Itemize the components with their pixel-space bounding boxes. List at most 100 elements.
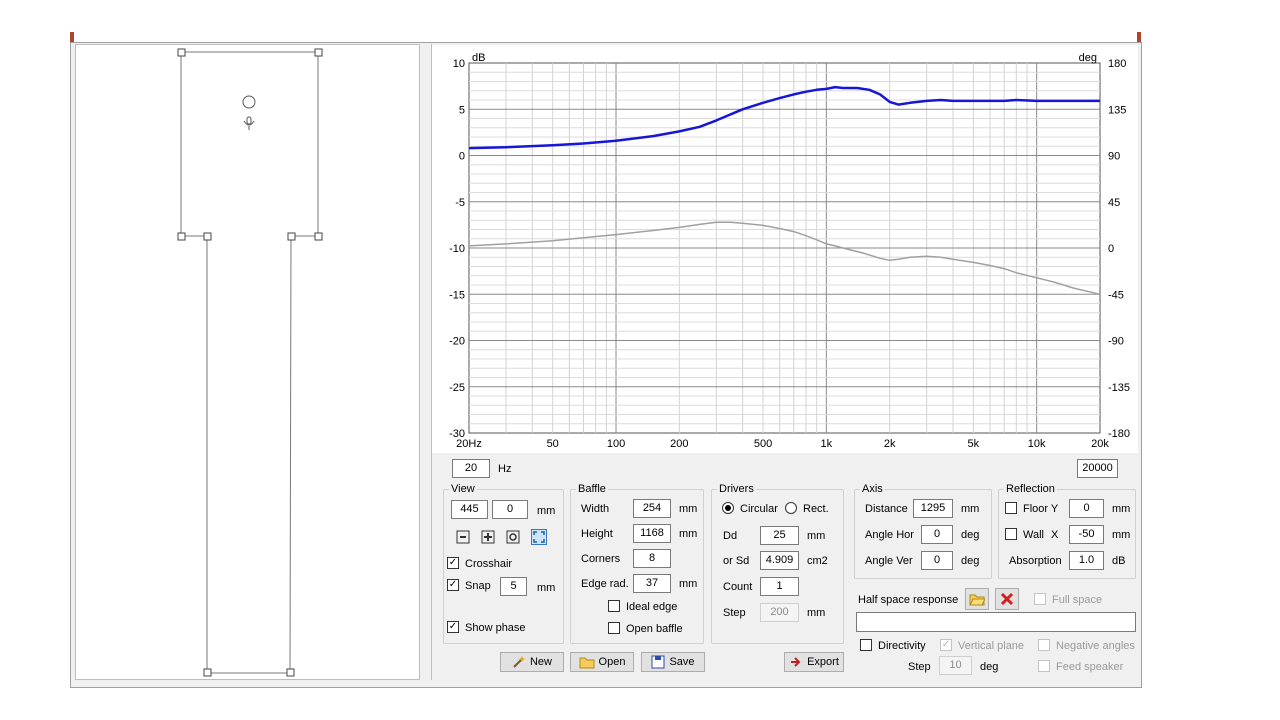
driver-step-input[interactable]: 200 [760, 603, 799, 622]
corner-handle[interactable] [177, 48, 186, 57]
wall-input[interactable]: -50 [1069, 525, 1104, 544]
feed-speaker-label: Feed speaker [1056, 661, 1124, 673]
open-button-label: Open [598, 656, 626, 668]
save-button-label: Save [669, 656, 695, 668]
x-tick-label: 50 [547, 438, 559, 450]
count-input[interactable]: 1 [760, 577, 799, 596]
y-tick-label: -5 [455, 197, 465, 209]
zoom-out-icon[interactable] [455, 529, 471, 545]
x-tick-label: 2k [884, 438, 896, 450]
x-tick-label: 5k [968, 438, 980, 450]
dd-label: Dd [723, 530, 738, 542]
freq-min-input[interactable]: 20 [452, 459, 490, 478]
distance-input[interactable]: 1295 [913, 499, 953, 518]
y2-tick-label: 90 [1108, 151, 1120, 163]
reflection-title: Reflection [1004, 482, 1057, 496]
view-y-input[interactable]: 0 [492, 500, 528, 519]
floor-unit: mm [1112, 503, 1131, 515]
driver-step-unit: mm [807, 607, 826, 619]
angle-ver-input[interactable]: 0 [921, 551, 953, 570]
new-button[interactable]: New [500, 652, 564, 672]
directivity-step-unit: deg [980, 661, 999, 673]
sd-input[interactable]: 4.909 [760, 551, 799, 570]
corner-handle[interactable] [203, 232, 212, 241]
save-button[interactable]: Save [641, 652, 705, 672]
fit-all-icon[interactable] [531, 529, 547, 545]
open-baffle-label: Open baffle [626, 623, 683, 635]
absorption-input[interactable]: 1.0 [1069, 551, 1104, 570]
open-baffle-checkbox[interactable] [608, 622, 620, 634]
corner-handle[interactable] [287, 232, 296, 241]
edge-radius-input[interactable]: 37 [633, 574, 671, 593]
wall-checkbox[interactable] [1005, 528, 1017, 540]
height-unit: mm [679, 528, 698, 540]
ideal-edge-checkbox[interactable] [608, 600, 620, 612]
angle-hor-unit: deg [961, 529, 980, 541]
directivity-checkbox[interactable] [860, 639, 872, 651]
crosshair-checkbox[interactable]: ✓ [447, 557, 459, 569]
y-tick-label: -15 [449, 289, 465, 301]
vertical-plane-checkbox[interactable]: ✓ [940, 639, 952, 651]
angle-ver-label: Angle Ver [865, 555, 913, 567]
angle-hor-input[interactable]: 0 [921, 525, 953, 544]
sd-unit: cm2 [807, 555, 828, 567]
feed-speaker-checkbox[interactable] [1038, 660, 1050, 672]
crosshair-label: Crosshair [465, 558, 513, 570]
dd-input[interactable]: 25 [760, 526, 799, 545]
export-button[interactable]: Export [784, 652, 844, 672]
rect-radio[interactable] [785, 502, 797, 514]
directivity-label: Directivity [878, 640, 926, 652]
show-phase-checkbox[interactable]: ✓ [447, 621, 459, 633]
floor-label: Floor Y [1023, 503, 1059, 515]
chart-canvas[interactable]: 1050-5-10-15-20-25-3018013590450-45-90-1… [432, 45, 1138, 453]
floor-input[interactable]: 0 [1069, 499, 1104, 518]
x-tick-label: 1k [821, 438, 833, 450]
y2-tick-label: -135 [1108, 382, 1130, 394]
delete-icon[interactable] [995, 588, 1019, 610]
directivity-step-input[interactable]: 10 [939, 656, 972, 675]
corners-input[interactable]: 8 [633, 549, 671, 568]
snap-checkbox[interactable]: ✓ [447, 579, 459, 591]
open-button[interactable]: Open [570, 652, 634, 672]
freq-max-input[interactable]: 20000 [1077, 459, 1118, 478]
corner-handle[interactable] [286, 668, 295, 677]
absorption-label: Absorption [1009, 555, 1062, 567]
absorption-unit: dB [1112, 555, 1126, 567]
full-space-label: Full space [1052, 594, 1103, 606]
view-unit: mm [537, 505, 556, 517]
corner-handle[interactable] [203, 668, 212, 677]
width-label: Width [581, 503, 610, 515]
export-button-label: Export [807, 656, 839, 668]
width-input[interactable]: 254 [633, 499, 671, 518]
show-phase-label: Show phase [465, 622, 526, 634]
half-space-file-input[interactable] [856, 612, 1136, 632]
corners-label: Corners [581, 553, 621, 565]
wall-label: Wall [1023, 529, 1044, 541]
corner-handle[interactable] [177, 232, 186, 241]
y-tick-label: -20 [449, 336, 465, 348]
baffle-outline-drawing[interactable] [76, 45, 421, 681]
height-label: Height [581, 528, 613, 540]
zoom-in-icon[interactable] [480, 529, 496, 545]
snap-input[interactable]: 5 [500, 577, 527, 596]
height-input[interactable]: 1168 [633, 524, 671, 543]
driver-circle[interactable] [242, 95, 256, 109]
open-folder-icon[interactable] [965, 588, 989, 610]
directivity-step-label: Step [908, 661, 931, 673]
zoom-fit-icon[interactable] [505, 529, 521, 545]
negative-angles-checkbox[interactable] [1038, 639, 1050, 651]
circular-radio[interactable] [722, 502, 734, 514]
baffle-drawing-pane[interactable] [75, 44, 420, 680]
negative-angles-label: Negative angles [1056, 640, 1135, 652]
angle-hor-label: Angle Hor [865, 529, 914, 541]
frequency-response-chart[interactable]: 10 5 0 -5 -10 -15 -20 -25 -30 180 135 90 45 0 -45 -90 -1… [432, 45, 1138, 453]
circular-label: Circular [740, 503, 778, 515]
floor-checkbox[interactable] [1005, 502, 1017, 514]
corner-handle[interactable] [314, 48, 323, 57]
corner-handle[interactable] [314, 232, 323, 241]
x-tick-label: 20k [1091, 438, 1109, 450]
full-space-checkbox[interactable] [1034, 593, 1046, 605]
view-x-input[interactable]: 445 [451, 500, 488, 519]
y2-tick-label: -45 [1108, 289, 1124, 301]
x-tick-label: 200 [670, 438, 688, 450]
